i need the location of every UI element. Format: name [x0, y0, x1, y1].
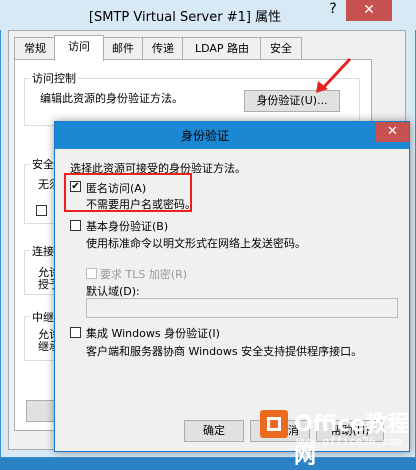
secure-checkbox[interactable]	[36, 205, 47, 216]
help-button[interactable]: ?	[320, 1, 346, 21]
anonymous-highlight-box	[64, 173, 192, 212]
access-control-label: 访问控制	[30, 70, 78, 86]
tab-ldap-routing[interactable]: LDAP 路由	[182, 37, 262, 60]
tab-general[interactable]: 常规	[14, 37, 56, 60]
secure-group-label: 安全	[30, 156, 56, 172]
basic-auth-note: 使用标准命令以明文形式在网络上发送密码。	[86, 237, 306, 250]
window-title: [SMTP Virtual Server #1] 属性	[88, 10, 282, 25]
ok-button[interactable]: 确定	[184, 420, 244, 442]
dialog-title: 身份验证	[180, 129, 229, 143]
integrated-windows-auth-note: 客户端和服务器协商 Windows 安全支持提供程序接口。	[86, 345, 363, 358]
default-domain-label: 默认域(D):	[86, 285, 140, 298]
access-control-description: 编辑此资源的身份验证方法。	[40, 92, 183, 105]
integrated-windows-auth-checkbox[interactable]	[70, 327, 81, 338]
watermark-url: www.office26.com	[296, 435, 402, 448]
tab-delivery[interactable]: 传递	[142, 37, 184, 60]
default-domain-input[interactable]	[86, 298, 398, 318]
office-logo-mark	[267, 417, 281, 431]
office-watermark: Office教程网 www.office26.com	[256, 398, 416, 469]
basic-auth-label[interactable]: 基本身份验证(B)	[86, 218, 168, 234]
background-ok-button[interactable]	[26, 400, 56, 422]
dialog-close-button[interactable]: ✕	[376, 122, 409, 142]
tab-messages[interactable]: 邮件	[102, 37, 144, 60]
red-arrow-annotation	[316, 57, 352, 93]
require-tls-label[interactable]: 要求 TLS 加密(R)	[100, 266, 187, 282]
tab-access[interactable]: 访问	[54, 35, 104, 61]
basic-auth-checkbox[interactable]	[70, 220, 81, 231]
integrated-windows-auth-label[interactable]: 集成 Windows 身份验证(I)	[86, 325, 220, 341]
tab-security[interactable]: 安全	[260, 37, 302, 60]
require-tls-checkbox[interactable]	[86, 268, 97, 279]
window-close-button[interactable]: ✕	[346, 0, 392, 21]
relay-group-label: 中继	[30, 309, 56, 325]
connection-group-label: 连接	[30, 243, 56, 259]
